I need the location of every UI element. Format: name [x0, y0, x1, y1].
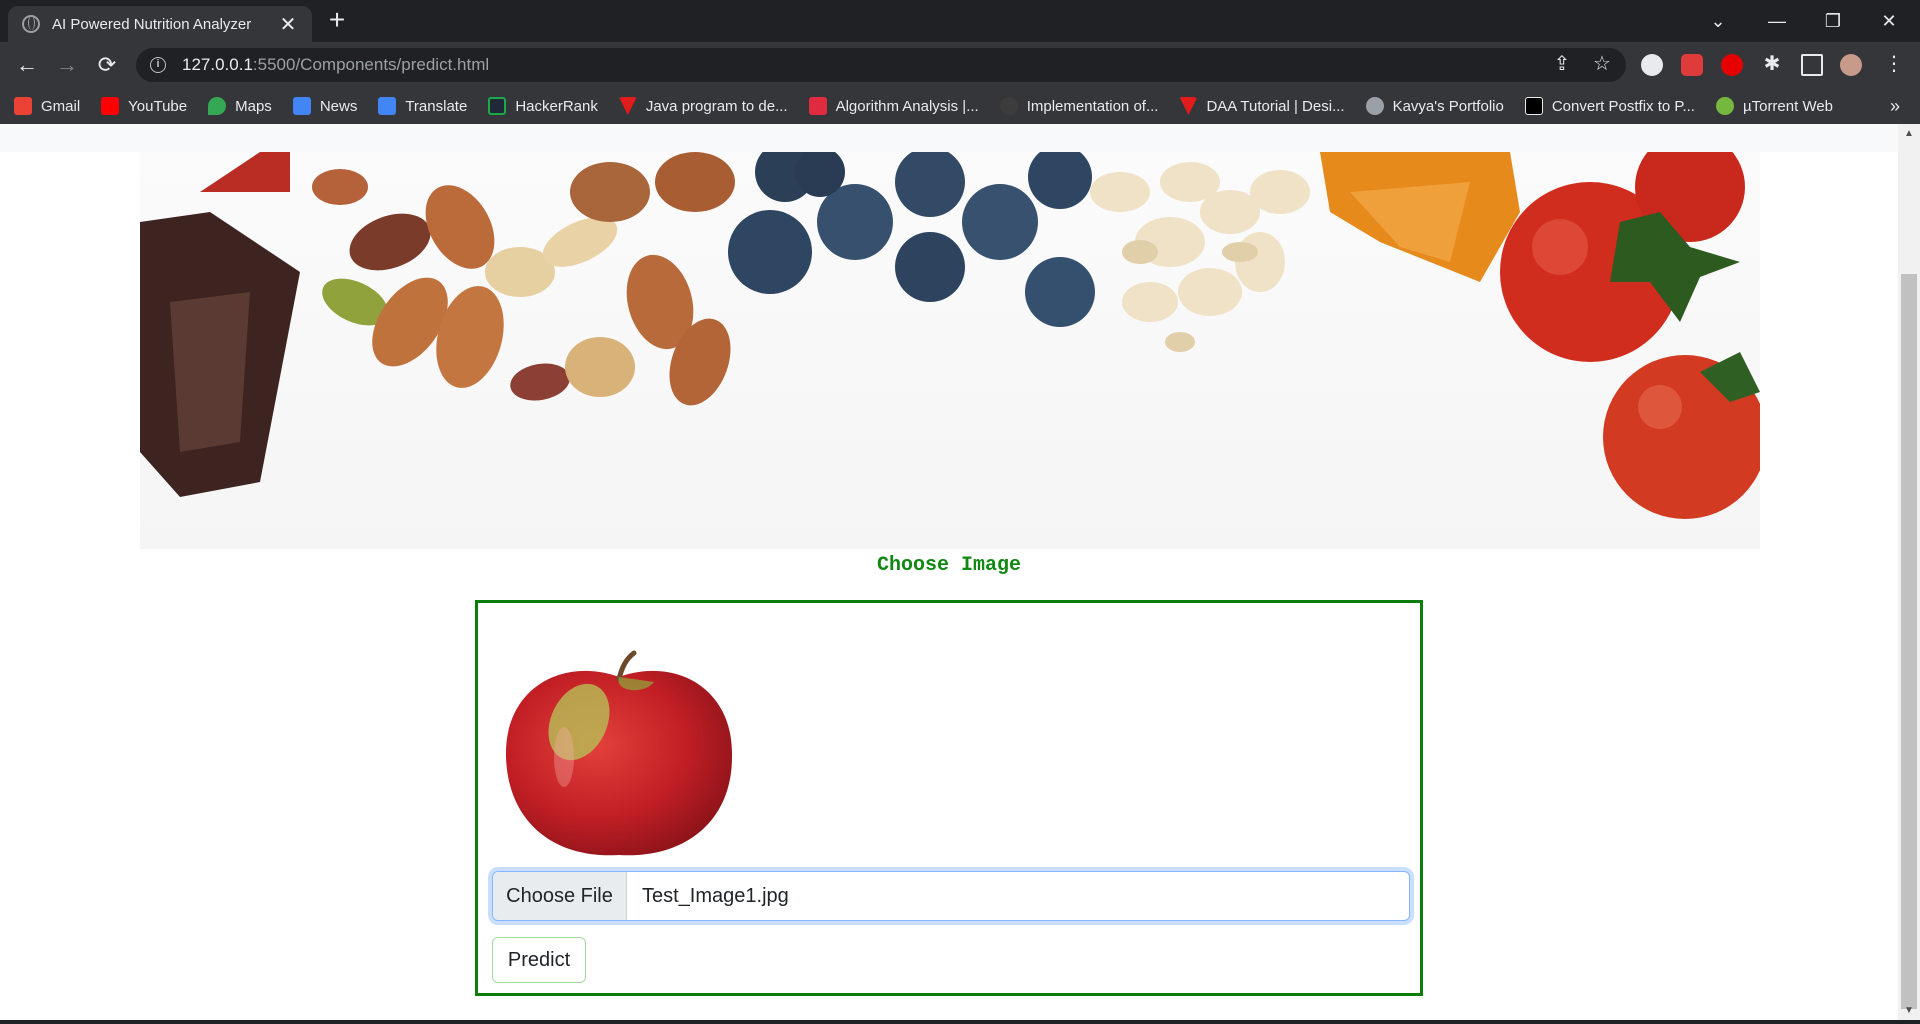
bookmark-news[interactable]: News	[292, 97, 357, 115]
translate-icon	[378, 97, 397, 115]
minimize-button[interactable]: —	[1754, 4, 1800, 38]
adblock-extension-icon[interactable]	[1721, 54, 1743, 76]
bookmark-implementation[interactable]: Implementation of...	[999, 97, 1158, 115]
choose-image-heading: Choose Image	[876, 554, 1022, 577]
extension-icon[interactable]	[1641, 54, 1663, 76]
address-bar[interactable]: i 127.0.0.1:5500/Components/predict.html	[136, 48, 1626, 82]
tab-search-icon[interactable]: ⌄	[1695, 4, 1741, 38]
pocket-extension-icon[interactable]	[1681, 54, 1703, 76]
maps-icon	[208, 97, 227, 115]
reload-icon[interactable]: ⟳	[92, 50, 122, 80]
bookmark-utorrent[interactable]: µTorrent Web	[1715, 97, 1833, 115]
apple-image	[505, 650, 733, 856]
back-arrow-icon[interactable]: ←	[12, 50, 42, 80]
browser-titlebar: AI Powered Nutrition Analyzer ✕ + ⌄ — ❐ …	[0, 0, 1920, 42]
new-tab-button[interactable]: +	[322, 6, 352, 36]
utorrent-icon	[1715, 97, 1734, 115]
share-icon[interactable]: ⇪	[1548, 50, 1576, 78]
scroll-up-icon[interactable]: ▲	[1902, 128, 1916, 139]
page-viewport: Choose Image Choose File Test_Image1.jpg…	[0, 124, 1920, 1020]
food-banner-illustration	[140, 152, 1760, 519]
scrollbar-thumb[interactable]	[1901, 274, 1917, 1009]
predict-button[interactable]: Predict	[492, 937, 586, 983]
news-icon	[292, 97, 311, 115]
hackerrank-icon	[488, 97, 507, 115]
browser-toolbar: ← → ⟳ i 127.0.0.1:5500/Components/predic…	[0, 42, 1920, 88]
bookmarks-overflow-icon[interactable]: »	[1890, 88, 1900, 124]
window-bottom-edge	[0, 1020, 1920, 1024]
menu-kebab-icon[interactable]: ⋮	[1880, 50, 1908, 78]
profile-avatar[interactable]	[1840, 54, 1862, 76]
choose-file-button[interactable]: Choose File	[493, 872, 627, 920]
url-path: :5500/Components/predict.html	[252, 55, 490, 74]
bookmark-hackerrank[interactable]: HackerRank	[488, 97, 598, 115]
puzzle-extensions-icon[interactable]: ✱	[1758, 50, 1786, 78]
hero-banner-image	[140, 152, 1760, 549]
th-icon	[1524, 97, 1543, 115]
page-scrollbar[interactable]: ▲ ▼	[1898, 124, 1920, 1020]
browser-tab-active[interactable]: AI Powered Nutrition Analyzer ✕	[8, 6, 312, 42]
bookmark-portfolio[interactable]: Kavya's Portfolio	[1365, 97, 1504, 115]
url-host: 127.0.0.1	[182, 55, 253, 74]
bookmark-youtube[interactable]: YouTube	[101, 97, 187, 115]
image-preview	[494, 647, 744, 867]
gmail-icon	[14, 97, 32, 115]
github-icon	[999, 97, 1018, 115]
globe-icon	[22, 15, 40, 33]
scroll-down-icon[interactable]: ▼	[1902, 1005, 1916, 1016]
close-tab-icon[interactable]: ✕	[278, 12, 298, 37]
bookmark-daa-tutorial[interactable]: DAA Tutorial | Desi...	[1179, 97, 1345, 115]
tab-title: AI Powered Nutrition Analyzer	[52, 15, 252, 33]
bookmark-maps[interactable]: Maps	[208, 97, 272, 115]
file-input[interactable]: Choose File Test_Image1.jpg	[492, 871, 1410, 921]
selected-file-name: Test_Image1.jpg	[642, 884, 789, 907]
bookmark-translate[interactable]: Translate	[378, 97, 467, 115]
restore-button[interactable]: ❐	[1810, 4, 1856, 38]
forward-arrow-icon[interactable]: →	[52, 50, 82, 80]
bookmark-red-icon	[808, 97, 827, 115]
side-panel-icon[interactable]	[1801, 54, 1823, 76]
bookmark-algorithm-analysis[interactable]: Algorithm Analysis |...	[808, 97, 979, 115]
bookmark-java-program[interactable]: Java program to de...	[618, 97, 788, 115]
close-window-button[interactable]: ✕	[1866, 4, 1912, 38]
tutorial-icon	[618, 97, 637, 115]
bookmarks-bar: Gmail YouTube Maps News Translate Hacker…	[0, 88, 1920, 124]
bookmark-star-icon[interactable]: ☆	[1588, 50, 1616, 78]
bookmark-gmail[interactable]: Gmail	[14, 97, 80, 115]
site-info-icon[interactable]: i	[150, 57, 166, 73]
youtube-icon	[101, 97, 120, 115]
tutorial-icon	[1179, 97, 1198, 115]
upload-panel: Choose File Test_Image1.jpg Predict	[475, 600, 1423, 996]
navbar-strip	[0, 124, 1898, 152]
globe-icon	[1365, 97, 1384, 115]
bookmark-convert-postfix[interactable]: Convert Postfix to P...	[1524, 97, 1695, 115]
